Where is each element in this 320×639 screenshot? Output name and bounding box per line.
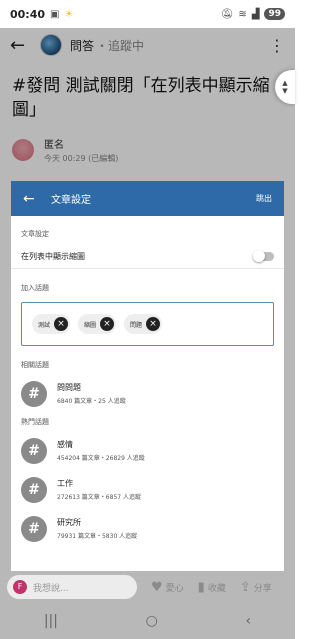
close-circle-icon[interactable]: × — [54, 317, 69, 331]
topic-item[interactable]: # 問問題 6840 篇文章・25 人追蹤 — [11, 374, 284, 413]
tag-chip: 問題 × — [124, 314, 163, 334]
article-settings-panel: ← 文章設定 跳出 文章設定 在列表中顯示縮圖 加入話題 測試 × 縮圖 × 問… — [11, 181, 284, 571]
app-bar: ← 問答 ・追蹤中 ⋮ — [0, 28, 295, 62]
close-circle-icon[interactable]: × — [100, 317, 115, 331]
status-bar: 00:40 ▣ ☀ 🔕︎ ≋ ▟ 99 — [0, 0, 295, 28]
topic-stats: 79931 篇文章・5830 人追蹤 — [57, 533, 138, 540]
tag-chip: 縮圖 × — [78, 314, 117, 334]
signal-icon: ▟ — [251, 8, 260, 20]
close-circle-icon[interactable]: × — [146, 317, 161, 331]
hashtag-icon: # — [21, 476, 47, 503]
share-label: 分享 — [253, 583, 272, 594]
topic-item[interactable]: # 感情 454204 篇文章・26829 人追蹤 — [11, 431, 284, 470]
thumbnail-toggle[interactable] — [253, 250, 274, 262]
tag-chip-label: 測試 — [38, 321, 51, 329]
status-time: 00:40 — [10, 7, 46, 21]
tag-chip-label: 問題 — [130, 321, 143, 329]
forum-avatar[interactable] — [40, 34, 62, 56]
side-scroll-handle[interactable]: ▲ ▼ — [275, 70, 295, 104]
topic-stats: 454204 篇文章・26829 人追蹤 — [57, 455, 145, 462]
hashtag-icon: # — [21, 380, 47, 407]
settings-section-label: 文章設定 — [21, 230, 49, 238]
popular-topics-label: 熱門話題 — [21, 418, 49, 426]
topic-name: 問問題 — [57, 383, 81, 392]
add-topic-label: 加入話題 — [21, 284, 49, 292]
share-icon: ⇪ — [239, 579, 251, 595]
hashtag-icon: # — [21, 515, 47, 542]
screenshot-icon: ▣ — [50, 8, 60, 20]
reply-bar: F 我想說... ♥ 愛心 ▮ 收藏 ⇪ 分享 — [0, 573, 295, 601]
panel-back-arrow-icon[interactable]: ← — [23, 191, 41, 207]
reply-input[interactable]: F 我想說... — [7, 575, 137, 599]
like-label: 愛心 — [165, 583, 184, 594]
mute-icon: 🔕︎ — [220, 8, 234, 20]
author-name: 匿名 — [44, 140, 64, 151]
author-avatar — [12, 139, 34, 161]
back-nav-icon[interactable]: ‹ — [246, 613, 252, 629]
battery-badge: 99 — [264, 8, 285, 20]
topic-name: 研究所 — [57, 518, 81, 527]
chevron-up-icon: ▲ — [282, 79, 288, 87]
hashtag-icon: # — [21, 437, 47, 464]
home-icon[interactable]: ○ — [146, 613, 158, 629]
topic-item[interactable]: # 研究所 79931 篇文章・5830 人追蹤 — [11, 509, 284, 548]
thumbnail-setting-label: 在列表中顯示縮圖 — [21, 252, 85, 261]
wifi-icon: ≋ — [238, 8, 247, 20]
panel-header: ← 文章設定 跳出 — [11, 181, 284, 216]
forum-name[interactable]: 問答 — [70, 37, 94, 54]
save-label: 收藏 — [207, 583, 226, 594]
author-row: 匿名 今天 00:29 (已編輯) — [12, 136, 118, 164]
status-right: 🔕︎ ≋ ▟ 99 — [221, 8, 285, 20]
topic-stats: 272613 篇文章・6857 人追蹤 — [57, 494, 141, 501]
chevron-down-icon: ▼ — [282, 87, 288, 95]
topic-name: 感情 — [57, 440, 73, 449]
forum-follow-status: ・追蹤中 — [96, 38, 145, 53]
system-nav-bar: ||| ○ ‹ — [0, 603, 295, 639]
topic-stats: 6840 篇文章・25 人追蹤 — [57, 398, 126, 405]
recents-icon[interactable]: ||| — [44, 613, 58, 629]
user-avatar: F — [13, 580, 27, 594]
post-time: 今天 00:29 (已編輯) — [44, 154, 119, 163]
thumbnail-setting-row[interactable]: 在列表中顯示縮圖 — [11, 245, 284, 269]
tag-chip: 測試 × — [32, 314, 71, 334]
more-vertical-icon[interactable]: ⋮ — [269, 36, 285, 55]
topic-tag-input[interactable]: 測試 × 縮圖 × 問題 × — [21, 302, 274, 346]
tag-chip-label: 縮圖 — [84, 321, 97, 329]
bookmark-icon: ▮ — [197, 579, 205, 595]
share-button[interactable]: ⇪ 分享 — [240, 580, 272, 595]
heart-icon: ♥ — [151, 579, 163, 595]
like-button[interactable]: ♥ 愛心 — [151, 580, 184, 595]
reply-placeholder: 我想說... — [33, 583, 69, 594]
save-button[interactable]: ▮ 收藏 — [198, 580, 226, 595]
sun-icon: ☀ — [64, 8, 74, 20]
skip-button[interactable]: 跳出 — [256, 193, 272, 204]
post-title: #發問 測試關閉「在列表中顯示縮圖」 — [12, 76, 270, 120]
topic-name: 工作 — [57, 479, 73, 488]
back-arrow-icon[interactable]: ← — [10, 35, 32, 56]
panel-title: 文章設定 — [51, 195, 91, 206]
topic-item[interactable]: # 工作 272613 篇文章・6857 人追蹤 — [11, 470, 284, 509]
related-topics-label: 相關話題 — [21, 361, 49, 369]
